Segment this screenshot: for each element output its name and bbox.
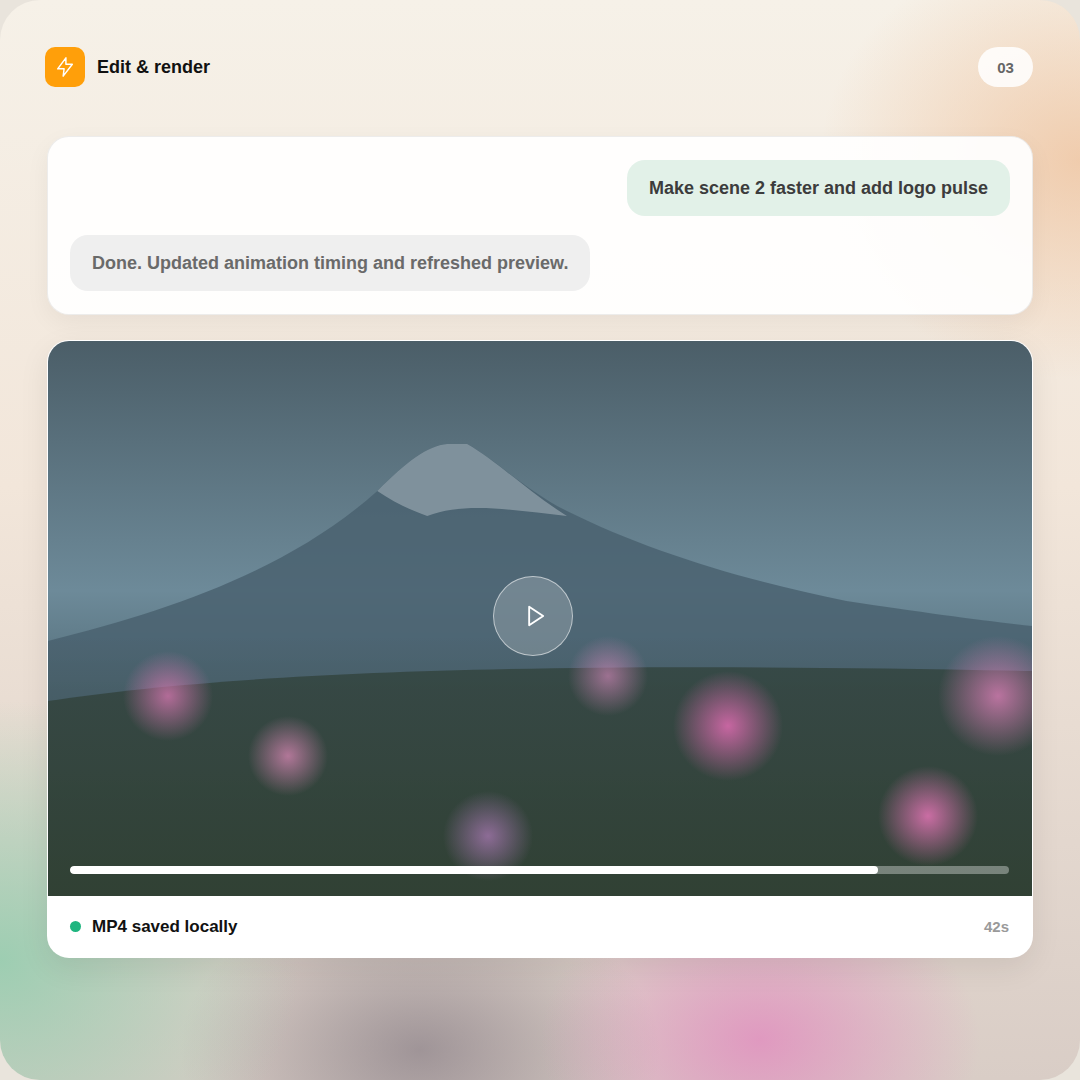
header: Edit & render 03 xyxy=(45,47,1033,87)
progress-bar[interactable] xyxy=(70,866,1009,874)
play-icon xyxy=(521,602,549,630)
status-text: MP4 saved locally xyxy=(92,917,238,937)
title: Edit & render xyxy=(97,57,210,78)
message-row: Make scene 2 faster and add logo pulse xyxy=(70,160,1010,216)
chat-card: Make scene 2 faster and add logo pulse Do… xyxy=(47,136,1033,315)
assistant-message: Done. Updated animation timing and refre… xyxy=(70,235,590,291)
progress-fill xyxy=(70,866,878,874)
status-dot xyxy=(70,921,81,932)
brand: Edit & render xyxy=(45,47,210,87)
video-card: MP4 saved locally 42s xyxy=(47,340,1033,958)
flowers xyxy=(48,636,1032,896)
status-bar: MP4 saved locally 42s xyxy=(48,896,1032,957)
message-row: Done. Updated animation timing and refre… xyxy=(70,235,1010,291)
user-message: Make scene 2 faster and add logo pulse xyxy=(627,160,1010,216)
step-badge: 03 xyxy=(978,47,1033,87)
bolt-icon xyxy=(45,47,85,87)
render-panel: Edit & render 03 Make scene 2 faster and… xyxy=(0,0,1080,1080)
duration: 42s xyxy=(984,918,1009,935)
play-button[interactable] xyxy=(493,576,573,656)
save-status: MP4 saved locally xyxy=(70,917,238,937)
video-frame[interactable] xyxy=(48,341,1032,896)
